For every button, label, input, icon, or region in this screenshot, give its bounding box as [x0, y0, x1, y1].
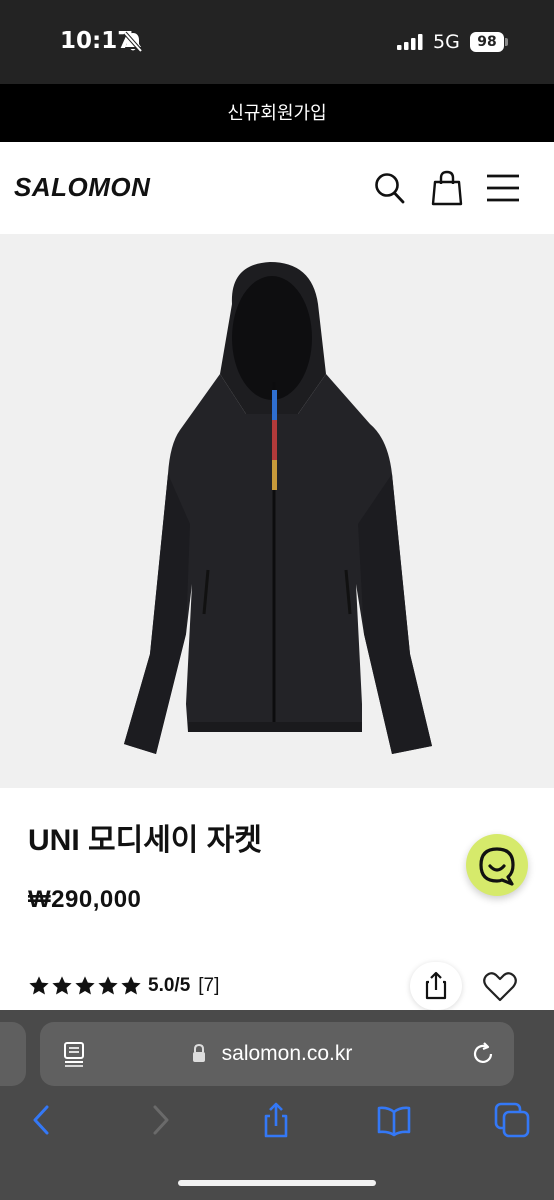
share-button[interactable] [410, 962, 462, 1010]
rating-stars [28, 975, 142, 997]
star-icon [75, 976, 95, 995]
bookmarks-icon[interactable] [376, 1102, 412, 1138]
share-icon [425, 971, 447, 1000]
browser-toolbar: salomon.co.kr [0, 1010, 554, 1200]
menu-icon[interactable] [486, 170, 520, 206]
page: 10:17 5G 98 신규회원가입 SALOMON UNI 모디세이 자켓 ₩… [0, 0, 554, 1200]
network-label: 5G [433, 31, 460, 53]
browser-share-icon[interactable] [258, 1102, 294, 1138]
rating-row[interactable]: 5.0/5 [7] [28, 972, 219, 1000]
shopping-bag-icon[interactable] [430, 170, 464, 206]
product-title: UNI 모디세이 자켓 [28, 824, 262, 857]
star-icon [52, 976, 72, 995]
product-price: ₩290,000 [28, 886, 142, 913]
signup-banner[interactable]: 신규회원가입 [0, 84, 554, 142]
wishlist-button[interactable] [474, 962, 526, 1010]
rating-score: 5.0/5 [148, 975, 191, 996]
star-icon [121, 976, 141, 995]
star-icon [98, 976, 118, 995]
jacket-illustration [124, 262, 432, 754]
battery-level: 98 [470, 32, 504, 52]
bell-slash-icon [123, 31, 143, 53]
product-image[interactable] [0, 234, 554, 788]
lock-icon [193, 1044, 205, 1062]
search-icon[interactable] [372, 170, 406, 206]
status-bar: 10:17 5G 98 [0, 0, 554, 84]
heart-icon [483, 972, 517, 1002]
star-icon [29, 976, 49, 995]
chat-button[interactable] [466, 834, 528, 896]
address-bar[interactable]: salomon.co.kr [40, 1022, 514, 1086]
address-text: salomon.co.kr [221, 1042, 353, 1065]
battery-tip [505, 38, 508, 46]
chat-icon [479, 847, 515, 886]
tabs-icon[interactable] [494, 1102, 530, 1138]
forward-icon[interactable] [142, 1102, 178, 1138]
signal-icon [397, 34, 423, 50]
previous-tab-peek[interactable] [0, 1022, 26, 1086]
reload-icon[interactable] [470, 1041, 496, 1067]
site-header: SALOMON [0, 142, 554, 234]
brand-logo[interactable]: SALOMON [14, 172, 150, 203]
review-count[interactable]: [7] [198, 975, 219, 997]
back-icon[interactable] [24, 1102, 60, 1138]
home-indicator [178, 1180, 376, 1186]
